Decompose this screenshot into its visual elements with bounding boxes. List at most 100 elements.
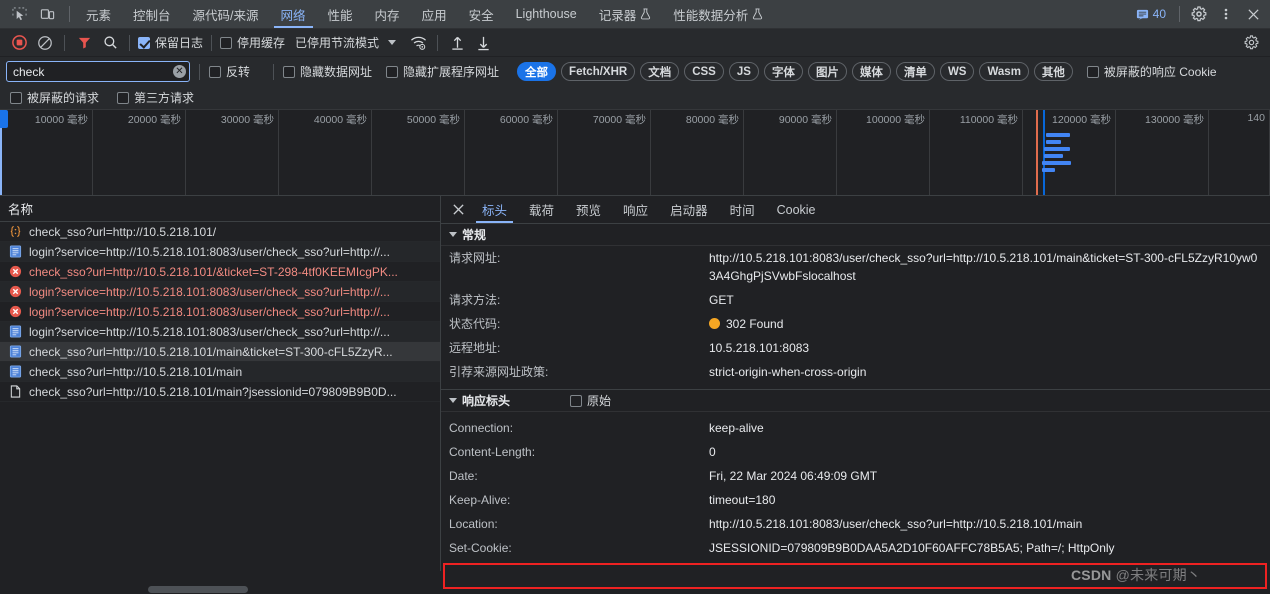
type-pill-all[interactable]: 全部: [517, 62, 557, 81]
location-value[interactable]: http://10.5.218.101:8083/user/check_sso?…: [709, 515, 1094, 533]
message-count-badge[interactable]: 40: [1129, 7, 1173, 21]
hide-extension-urls-checkbox[interactable]: 隐藏扩展程序网址: [386, 63, 499, 80]
tab-performance[interactable]: 性能: [317, 0, 364, 28]
tabbar-right-divider: [1179, 6, 1180, 22]
close-details-icon[interactable]: [445, 196, 471, 223]
table-row[interactable]: check_sso?url=http://10.5.218.101/main&t…: [0, 342, 440, 362]
document-icon: [8, 245, 22, 259]
request-name: check_sso?url=http://10.5.218.101/main&t…: [29, 344, 393, 359]
overview-tick-12: 130000 毫秒: [1145, 114, 1204, 126]
type-pill-js-label: JS: [736, 65, 751, 78]
tab-performance-label: 性能: [327, 8, 353, 23]
upload-har-icon[interactable]: [444, 32, 470, 54]
filter-input[interactable]: check: [13, 65, 173, 79]
tab-cookies[interactable]: Cookie: [766, 196, 827, 223]
type-pill-fetch-xhr[interactable]: Fetch/XHR: [561, 62, 636, 81]
table-row[interactable]: check_sso?url=http://10.5.218.101/main: [0, 362, 440, 382]
overview-tick-5: 60000 毫秒: [499, 114, 553, 126]
clear-input-icon[interactable]: ✕: [173, 65, 186, 78]
table-row[interactable]: login?service=http://10.5.218.101:8083/u…: [0, 322, 440, 342]
disable-cache-checkbox[interactable]: 停用缓存: [218, 34, 287, 51]
tabbar-divider: [69, 6, 70, 22]
filter-input-wrap[interactable]: check ✕: [6, 61, 190, 82]
filter-divider-2: [273, 63, 275, 80]
filter-icon[interactable]: [71, 32, 97, 54]
request-name: login?service=http://10.5.218.101:8083/u…: [29, 244, 390, 259]
inspect-element-icon[interactable]: [6, 2, 32, 26]
third-party-checkbox[interactable]: 第三方请求: [117, 89, 194, 106]
tab-performance-insights[interactable]: 性能数据分析: [662, 0, 774, 28]
tab-initiator[interactable]: 启动器: [659, 196, 719, 223]
type-pill-manifest[interactable]: 清单: [895, 62, 935, 81]
chevron-down-icon[interactable]: [388, 40, 397, 45]
table-row[interactable]: login?service=http://10.5.218.101:8083/u…: [0, 282, 440, 302]
tab-console[interactable]: 控制台: [122, 0, 182, 28]
type-pill-doc[interactable]: 文档: [640, 62, 680, 81]
type-pill-all-label: 全部: [525, 66, 549, 79]
type-pill-other-label: 其他: [1041, 66, 1065, 79]
blocked-requests-checkbox[interactable]: 被屏蔽的请求: [10, 89, 99, 106]
request-name: check_sso?url=http://10.5.218.101/main?j…: [29, 384, 397, 399]
error-icon: [8, 285, 22, 299]
table-row[interactable]: login?service=http://10.5.218.101:8083/u…: [0, 302, 440, 322]
clear-icon[interactable]: [32, 32, 58, 54]
tab-lighthouse-label: Lighthouse: [515, 7, 577, 21]
device-toolbar-icon[interactable]: [34, 2, 60, 26]
invert-checkbox[interactable]: 反转: [209, 63, 250, 80]
tab-elements[interactable]: 元素: [75, 0, 122, 28]
type-pill-img[interactable]: 图片: [807, 62, 847, 81]
gear-icon[interactable]: [1186, 2, 1212, 26]
tab-application[interactable]: 应用: [411, 0, 458, 28]
table-row[interactable]: login?service=http://10.5.218.101:8083/u…: [0, 242, 440, 262]
tab-headers[interactable]: 标头: [471, 196, 518, 223]
general-section-title: 常规: [462, 228, 487, 242]
response-header-location: Location: http://10.5.218.101:8083/user/…: [441, 512, 1270, 536]
devtools-tool-icons: [0, 0, 64, 28]
table-row[interactable]: check_sso?url=http://10.5.218.101/: [0, 222, 440, 242]
tab-payload[interactable]: 载荷: [518, 196, 565, 223]
search-icon[interactable]: [97, 32, 123, 54]
type-pill-js[interactable]: JS: [728, 62, 759, 81]
status-code-key: 状态代码:: [449, 317, 501, 331]
table-row[interactable]: check_sso?url=http://10.5.218.101/main?j…: [0, 382, 440, 402]
preserve-log-checkbox[interactable]: 保留日志: [136, 34, 205, 51]
type-pill-font[interactable]: 字体: [763, 62, 803, 81]
blocked-cookies-label: 被屏蔽的响应 Cookie: [1103, 65, 1217, 79]
raw-toggle[interactable]: 原始: [570, 392, 611, 409]
overview-selection-handle[interactable]: [0, 110, 8, 128]
tab-response[interactable]: 响应: [612, 196, 659, 223]
scrollbar-thumb[interactable]: [148, 586, 248, 593]
tab-preview[interactable]: 预览: [565, 196, 612, 223]
network-overview-timeline[interactable]: 10000 毫秒 20000 毫秒 30000 毫秒 40000 毫秒 5000…: [0, 110, 1270, 196]
wifi-settings-icon[interactable]: [405, 32, 431, 54]
network-settings-gear-icon[interactable]: [1238, 32, 1264, 54]
devtools-tabbar-right: 40: [1129, 0, 1270, 28]
download-har-icon[interactable]: [470, 32, 496, 54]
request-url-value[interactable]: http://10.5.218.101:8083/user/check_sso?…: [709, 249, 1270, 285]
request-name: login?service=http://10.5.218.101:8083/u…: [29, 304, 390, 319]
type-pill-ws[interactable]: WS: [939, 62, 975, 81]
tab-security[interactable]: 安全: [458, 0, 505, 28]
request-list-hscrollbar[interactable]: [0, 585, 441, 594]
tab-network[interactable]: 网络: [270, 0, 317, 28]
tab-recorder[interactable]: 记录器: [588, 0, 663, 28]
more-vertical-icon[interactable]: [1213, 2, 1239, 26]
tab-timing[interactable]: 时间: [719, 196, 766, 223]
type-pill-wasm[interactable]: Wasm: [979, 62, 1029, 81]
hide-data-urls-checkbox[interactable]: 隐藏数据网址: [283, 63, 372, 80]
type-pill-other[interactable]: 其他: [1033, 62, 1073, 81]
overview-activity-bar: [1046, 133, 1070, 137]
record-stop-icon[interactable]: [6, 32, 32, 54]
tab-sources[interactable]: 源代码/来源: [182, 0, 270, 28]
request-list-header[interactable]: 名称: [0, 196, 440, 222]
table-row[interactable]: check_sso?url=http://10.5.218.101/&ticke…: [0, 262, 440, 282]
tab-lighthouse[interactable]: Lighthouse: [505, 0, 588, 28]
general-section-header[interactable]: 常规: [441, 224, 1270, 246]
type-pill-css[interactable]: CSS: [684, 62, 724, 81]
throttling-label[interactable]: 已停用节流模式: [287, 34, 379, 51]
response-headers-section-header[interactable]: 响应标头 原始: [441, 390, 1270, 412]
blocked-cookies-checkbox[interactable]: 被屏蔽的响应 Cookie: [1086, 63, 1217, 80]
close-icon[interactable]: [1240, 2, 1266, 26]
type-pill-media[interactable]: 媒体: [851, 62, 891, 81]
tab-memory[interactable]: 内存: [364, 0, 411, 28]
